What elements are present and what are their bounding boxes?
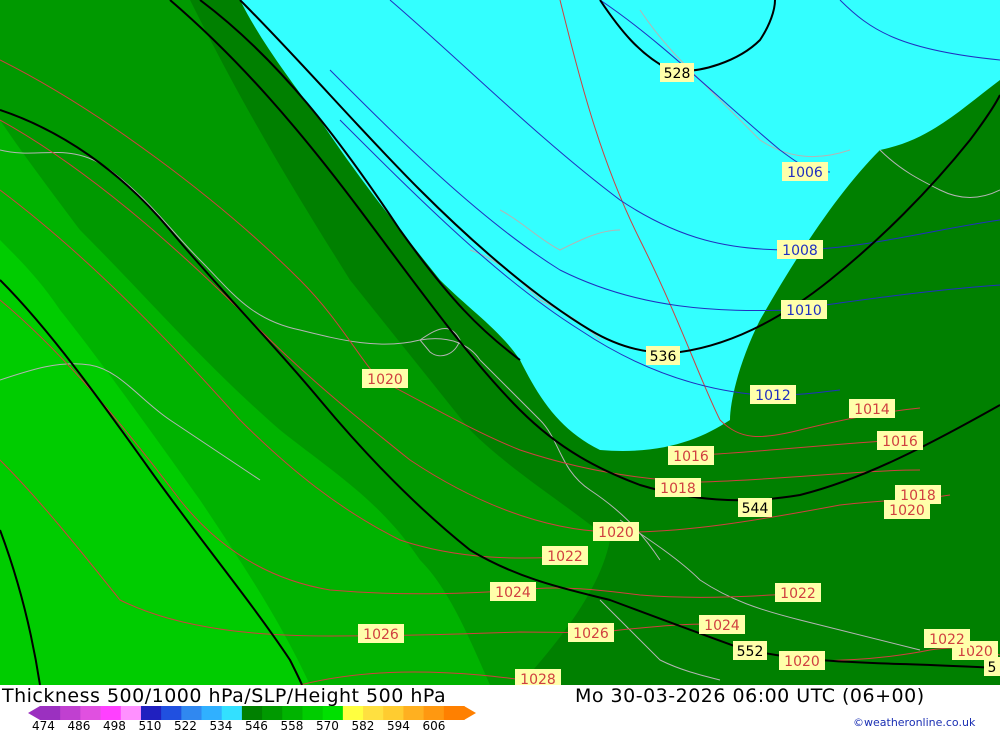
legend-swatch <box>161 706 182 720</box>
slp-label: 1020 <box>598 525 634 541</box>
legend-swatch <box>363 706 384 720</box>
slp-label: 1028 <box>520 672 556 685</box>
slp-label: 1014 <box>854 402 890 418</box>
legend-swatch <box>221 706 243 720</box>
slp-label: 1022 <box>929 632 965 648</box>
slp-label: 1020 <box>367 372 403 388</box>
weather-map: 528 536 544 552 5 1006 1008 1010 1012 10… <box>0 0 1000 688</box>
height-label-552: 552 <box>737 644 764 660</box>
legend-tick: 558 <box>280 719 304 733</box>
slp-label: 1016 <box>673 449 709 465</box>
legend-tick: 498 <box>103 719 126 733</box>
slp-label: 1020 <box>784 654 820 670</box>
slp-label: 1024 <box>495 585 531 601</box>
legend-arrow-right <box>464 706 476 720</box>
legend-tick: 474 <box>32 719 55 733</box>
slp-label: 1010 <box>786 303 822 319</box>
legend-swatch <box>403 706 425 720</box>
legend-swatch <box>100 706 122 720</box>
legend-tick: 582 <box>351 719 375 733</box>
legend-swatch <box>80 706 102 720</box>
legend-tick: 522 <box>174 719 197 733</box>
slp-label: 1016 <box>882 434 918 450</box>
legend-swatch <box>241 706 263 720</box>
height-label-528: 528 <box>664 66 691 82</box>
legend-swatch <box>443 706 465 720</box>
legend-swatch <box>140 706 162 720</box>
slp-label: 1018 <box>660 481 696 497</box>
legend-tick: 594 <box>387 719 410 733</box>
map-title: Thickness 500/1000 hPa/SLP/Height 500 hP… <box>2 685 447 707</box>
legend-swatch <box>342 706 364 720</box>
legend-arrow-left <box>28 706 40 720</box>
slp-label: 1026 <box>363 627 399 643</box>
legend-swatch <box>423 706 445 720</box>
legend-swatch <box>322 706 344 720</box>
legend-swatch <box>302 706 324 720</box>
map-footer: Thickness 500/1000 hPa/SLP/Height 500 hP… <box>0 685 1000 733</box>
slp-label: 1006 <box>787 165 823 181</box>
height-label-edge: 5 <box>988 660 997 676</box>
legend-swatch <box>120 706 142 720</box>
legend-tick: 570 <box>316 719 339 733</box>
legend-swatch <box>282 706 304 720</box>
slp-label: 1020 <box>889 503 925 519</box>
legend-tick: 510 <box>138 719 162 733</box>
legend-tick: 534 <box>209 719 233 733</box>
slp-label: 1024 <box>704 618 740 634</box>
legend-swatch <box>262 706 283 720</box>
forecast-timestamp: Mo 30-03-2026 06:00 UTC (06+00) <box>575 685 925 707</box>
slp-label: 1012 <box>755 388 791 404</box>
legend-swatch <box>383 706 405 720</box>
legend-tick: 486 <box>67 719 91 733</box>
credit-link[interactable]: ©weatheronline.co.uk <box>853 716 975 729</box>
height-label-544: 544 <box>742 501 769 517</box>
legend-swatch <box>40 706 61 720</box>
legend-swatches <box>40 706 465 720</box>
legend-tick: 546 <box>245 719 268 733</box>
slp-label: 1026 <box>573 626 609 642</box>
slp-label: 1008 <box>782 243 818 259</box>
slp-label: 1022 <box>780 586 816 602</box>
legend-swatch <box>60 706 81 720</box>
legend-tick: 606 <box>422 719 446 733</box>
slp-label: 1022 <box>547 549 583 565</box>
map-svg: 528 536 544 552 5 1006 1008 1010 1012 10… <box>0 0 1000 688</box>
legend-swatch <box>181 706 203 720</box>
legend-swatch <box>201 706 223 720</box>
height-label-536: 536 <box>650 349 677 365</box>
